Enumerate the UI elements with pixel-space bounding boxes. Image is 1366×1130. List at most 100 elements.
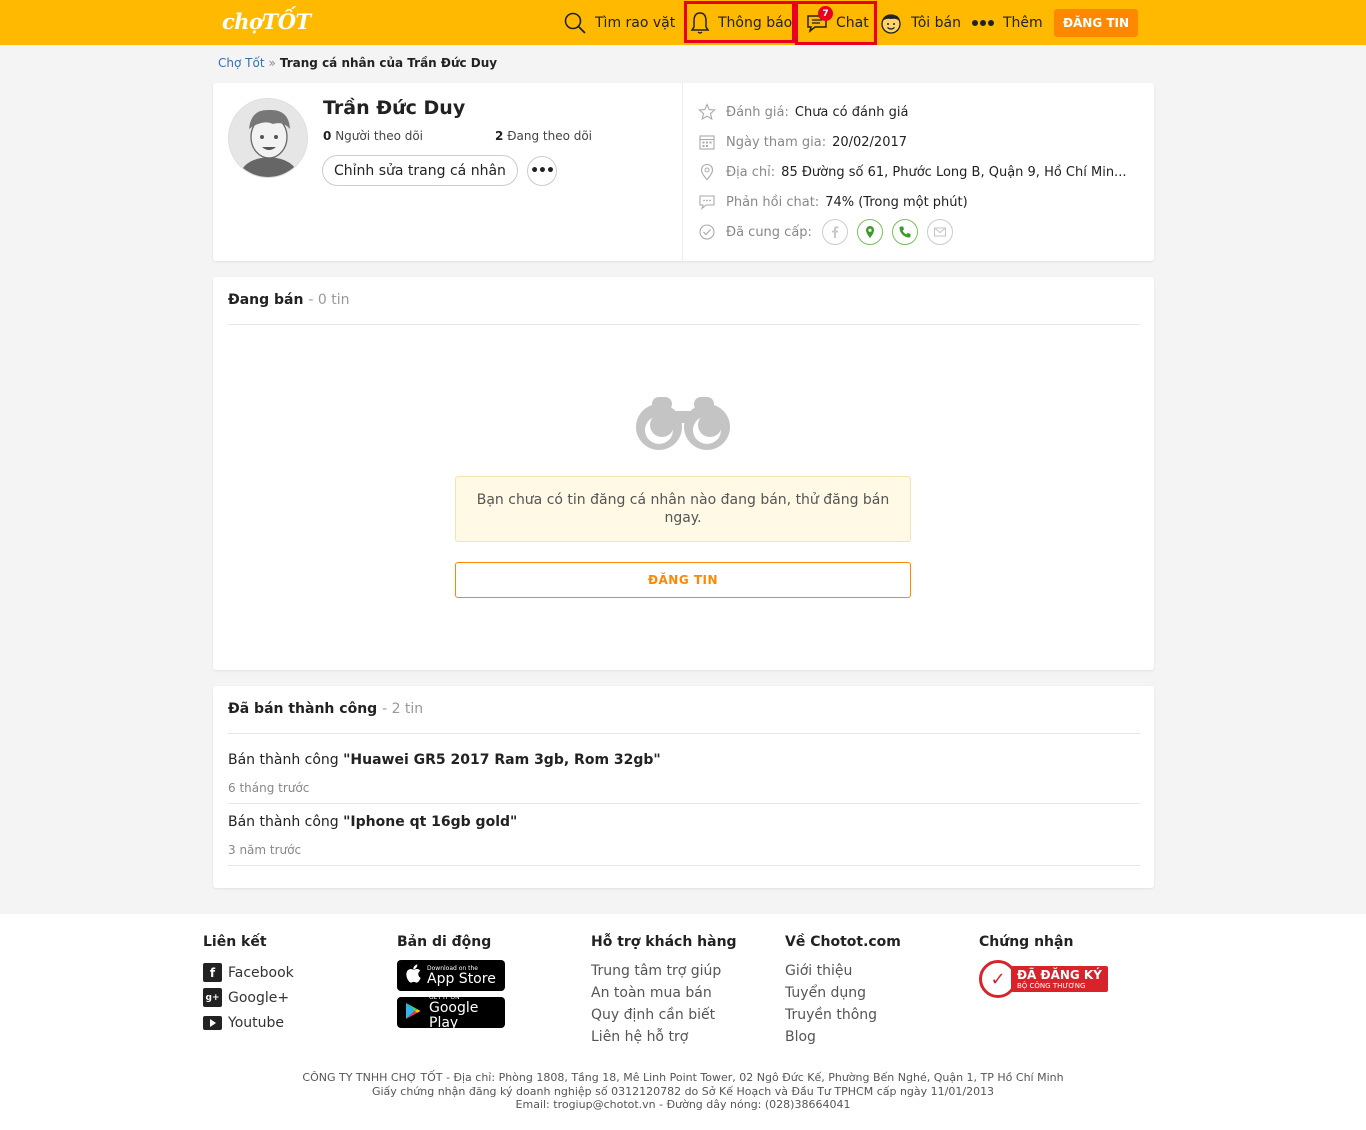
googleplay-icon bbox=[405, 1002, 421, 1024]
footer-link-careers[interactable]: Tuyển dụng bbox=[785, 982, 901, 1004]
breadcrumb-separator: » bbox=[268, 56, 276, 70]
footer-mobile-title: Bản di động bbox=[397, 934, 492, 950]
footer-link-safe-trading[interactable]: An toàn mua bán bbox=[591, 982, 737, 1004]
email-icon bbox=[926, 219, 953, 245]
nav-more[interactable]: Thêm bbox=[971, 0, 1043, 45]
nav-more-label: Thêm bbox=[1003, 14, 1043, 31]
nav-my-sales[interactable]: Tôi bán bbox=[879, 0, 961, 45]
sold-item-divider bbox=[228, 865, 1140, 866]
address-row: Địa chỉ: 85 Đường số 61, Phước Long B, Q… bbox=[698, 163, 1126, 181]
nav-search[interactable]: Tìm rao vặt bbox=[563, 0, 675, 45]
nav-search-label: Tìm rao vặt bbox=[595, 14, 676, 31]
footer-links-column: Liên kết f Facebook g+ Google+ Youtube bbox=[203, 934, 294, 1035]
footer-link-media[interactable]: Truyền thông bbox=[785, 1004, 901, 1026]
calendar-icon bbox=[698, 133, 716, 151]
sold-item-product: "Iphone qt 16gb gold" bbox=[343, 814, 518, 830]
footer-facebook-link[interactable]: f Facebook bbox=[203, 960, 294, 985]
facebook-icon bbox=[821, 219, 848, 245]
googleplay-big-text: Google Play bbox=[429, 1000, 479, 1031]
selling-title: Đang bán - 0 tin bbox=[228, 292, 349, 308]
footer-about-title: Về Chotot.com bbox=[785, 934, 901, 950]
sold-count: - 2 tin bbox=[382, 701, 424, 717]
company-registration: Giấy chứng nhận đăng ký doanh nghiệp số … bbox=[371, 1084, 995, 1098]
check-circle-icon bbox=[698, 223, 716, 241]
notifications-highlight-box bbox=[684, 1, 795, 43]
following-number: 2 bbox=[495, 129, 504, 143]
joined-label: Ngày tham gia: bbox=[726, 134, 827, 150]
provided-row: Đã cung cấp: bbox=[698, 219, 962, 245]
sold-item-prefix: Bán thành công bbox=[228, 814, 339, 830]
followers-count[interactable]: 0 Người theo dõi bbox=[323, 129, 423, 143]
footer-youtube-link[interactable]: Youtube bbox=[203, 1010, 294, 1035]
followers-label: Người theo dõi bbox=[335, 129, 424, 143]
footer-link-blog[interactable]: Blog bbox=[785, 1026, 901, 1048]
chat-response-label: Phản hồi chat: bbox=[726, 194, 820, 210]
rating-label: Đánh giá: bbox=[726, 104, 789, 120]
footer-links-title: Liên kết bbox=[203, 934, 267, 950]
selling-section: Đang bán - 0 tin Bạn chưa có tin đăng cá… bbox=[213, 277, 1154, 670]
footer-cert-title: Chứng nhận bbox=[979, 934, 1074, 950]
chotot-logo[interactable]: chợTỐT bbox=[222, 9, 311, 34]
cert-tag: ĐÃ ĐĂNG KÝ BỘ CÔNG THƯƠNG bbox=[1011, 966, 1108, 992]
phone-icon bbox=[891, 219, 918, 245]
footer: Liên kết f Facebook g+ Google+ Youtube Bản… bbox=[0, 914, 1366, 1130]
sold-item-time: 6 tháng trước bbox=[228, 781, 310, 795]
joined-value: 20/02/2017 bbox=[832, 134, 908, 150]
footer-link-help-center[interactable]: Trung tâm trợ giúp bbox=[591, 960, 737, 982]
binoculars-icon bbox=[634, 393, 732, 455]
followers-number: 0 bbox=[323, 129, 332, 143]
sold-item-divider bbox=[228, 803, 1140, 804]
cert-tag-sub: BỘ CÔNG THƯƠNG bbox=[1017, 982, 1086, 990]
profile-card: Trần Đức Duy 0 Người theo dõi 2 Đang the… bbox=[213, 83, 1154, 263]
profile-divider bbox=[682, 83, 683, 263]
edit-profile-button[interactable]: Chỉnh sửa trang cá nhân bbox=[322, 155, 518, 186]
top-navbar: chợTỐT Tìm rao vặt Thông báo Chat 7 Tôi … bbox=[0, 0, 1366, 45]
profile-more-button[interactable]: ••• bbox=[527, 156, 557, 186]
empty-selling-message: Bạn chưa có tin đăng cá nhân nào đang bá… bbox=[455, 476, 911, 542]
footer-support-column: Hỗ trợ khách hàng Trung tâm trợ giúp An … bbox=[591, 934, 737, 1048]
youtube-icon bbox=[203, 1015, 222, 1030]
appstore-badge[interactable]: Download on the App Store bbox=[397, 960, 505, 991]
breadcrumb-current: Trang cá nhân của Trần Đức Duy bbox=[279, 56, 498, 70]
selling-title-text: Đang bán bbox=[228, 292, 304, 308]
joined-row: Ngày tham gia: 20/02/2017 bbox=[698, 133, 907, 151]
footer-link-contact-support[interactable]: Liên hệ hỗ trợ bbox=[591, 1026, 737, 1048]
sold-item-prefix: Bán thành công bbox=[228, 752, 339, 768]
location-pin-icon bbox=[698, 163, 716, 181]
company-contact: Email: trogiup@chotot.vn - Đường dây nón… bbox=[515, 1098, 851, 1111]
sold-item-product: "Huawei GR5 2017 Ram 3gb, Rom 32gb" bbox=[343, 752, 661, 768]
cert-tag-main: ĐÃ ĐĂNG KÝ bbox=[1017, 968, 1102, 982]
sold-divider bbox=[228, 733, 1140, 734]
sold-item-title[interactable]: Bán thành công "Iphone qt 16gb gold" bbox=[228, 814, 517, 830]
location-icon bbox=[856, 219, 883, 245]
seller-face-icon bbox=[879, 11, 903, 35]
appstore-big-text: App Store bbox=[427, 970, 496, 987]
sold-item-time: 3 năm trước bbox=[228, 843, 302, 857]
sold-section: Đã bán thành công - 2 tin Bán thành công… bbox=[213, 686, 1154, 888]
avatar[interactable] bbox=[228, 98, 308, 178]
sold-title-text: Đã bán thành công bbox=[228, 701, 378, 717]
sold-item-title[interactable]: Bán thành công "Huawei GR5 2017 Ram 3gb,… bbox=[228, 752, 661, 768]
address-label: Địa chỉ: bbox=[726, 164, 776, 180]
footer-googleplus-label: Google+ bbox=[228, 989, 290, 1006]
chat-highlight-box bbox=[795, 1, 877, 45]
selling-divider bbox=[228, 324, 1140, 325]
sold-title: Đã bán thành công - 2 tin bbox=[228, 701, 423, 717]
star-icon bbox=[698, 103, 716, 121]
header-post-button[interactable]: ĐĂNG TIN bbox=[1054, 9, 1138, 37]
googleplay-badge[interactable]: GET IT ON Google Play bbox=[397, 994, 505, 1031]
following-count[interactable]: 2 Đang theo dõi bbox=[495, 129, 592, 143]
address-value: 85 Đường số 61, Phước Long B, Quận 9, Hồ… bbox=[781, 164, 1127, 180]
breadcrumb-home-link[interactable]: Chợ Tốt bbox=[218, 56, 265, 70]
empty-post-button[interactable]: ĐĂNG TIN bbox=[455, 562, 911, 598]
selling-count: - 0 tin bbox=[308, 292, 350, 308]
following-label: Đang theo dõi bbox=[507, 129, 593, 143]
footer-googleplus-link[interactable]: g+ Google+ bbox=[203, 985, 294, 1010]
rating-value: Chưa có đánh giá bbox=[794, 104, 909, 120]
footer-link-about[interactable]: Giới thiệu bbox=[785, 960, 901, 982]
chat-response-value: 74% (Trong một phút) bbox=[825, 194, 968, 210]
footer-about-column: Về Chotot.com Giới thiệu Tuyển dụng Truy… bbox=[785, 934, 901, 1048]
footer-link-rules[interactable]: Quy định cần biết bbox=[591, 1004, 737, 1026]
provided-label: Đã cung cấp: bbox=[726, 224, 812, 240]
moit-certification-badge[interactable]: ✓ ĐÃ ĐĂNG KÝ BỘ CÔNG THƯƠNG bbox=[979, 960, 1108, 998]
